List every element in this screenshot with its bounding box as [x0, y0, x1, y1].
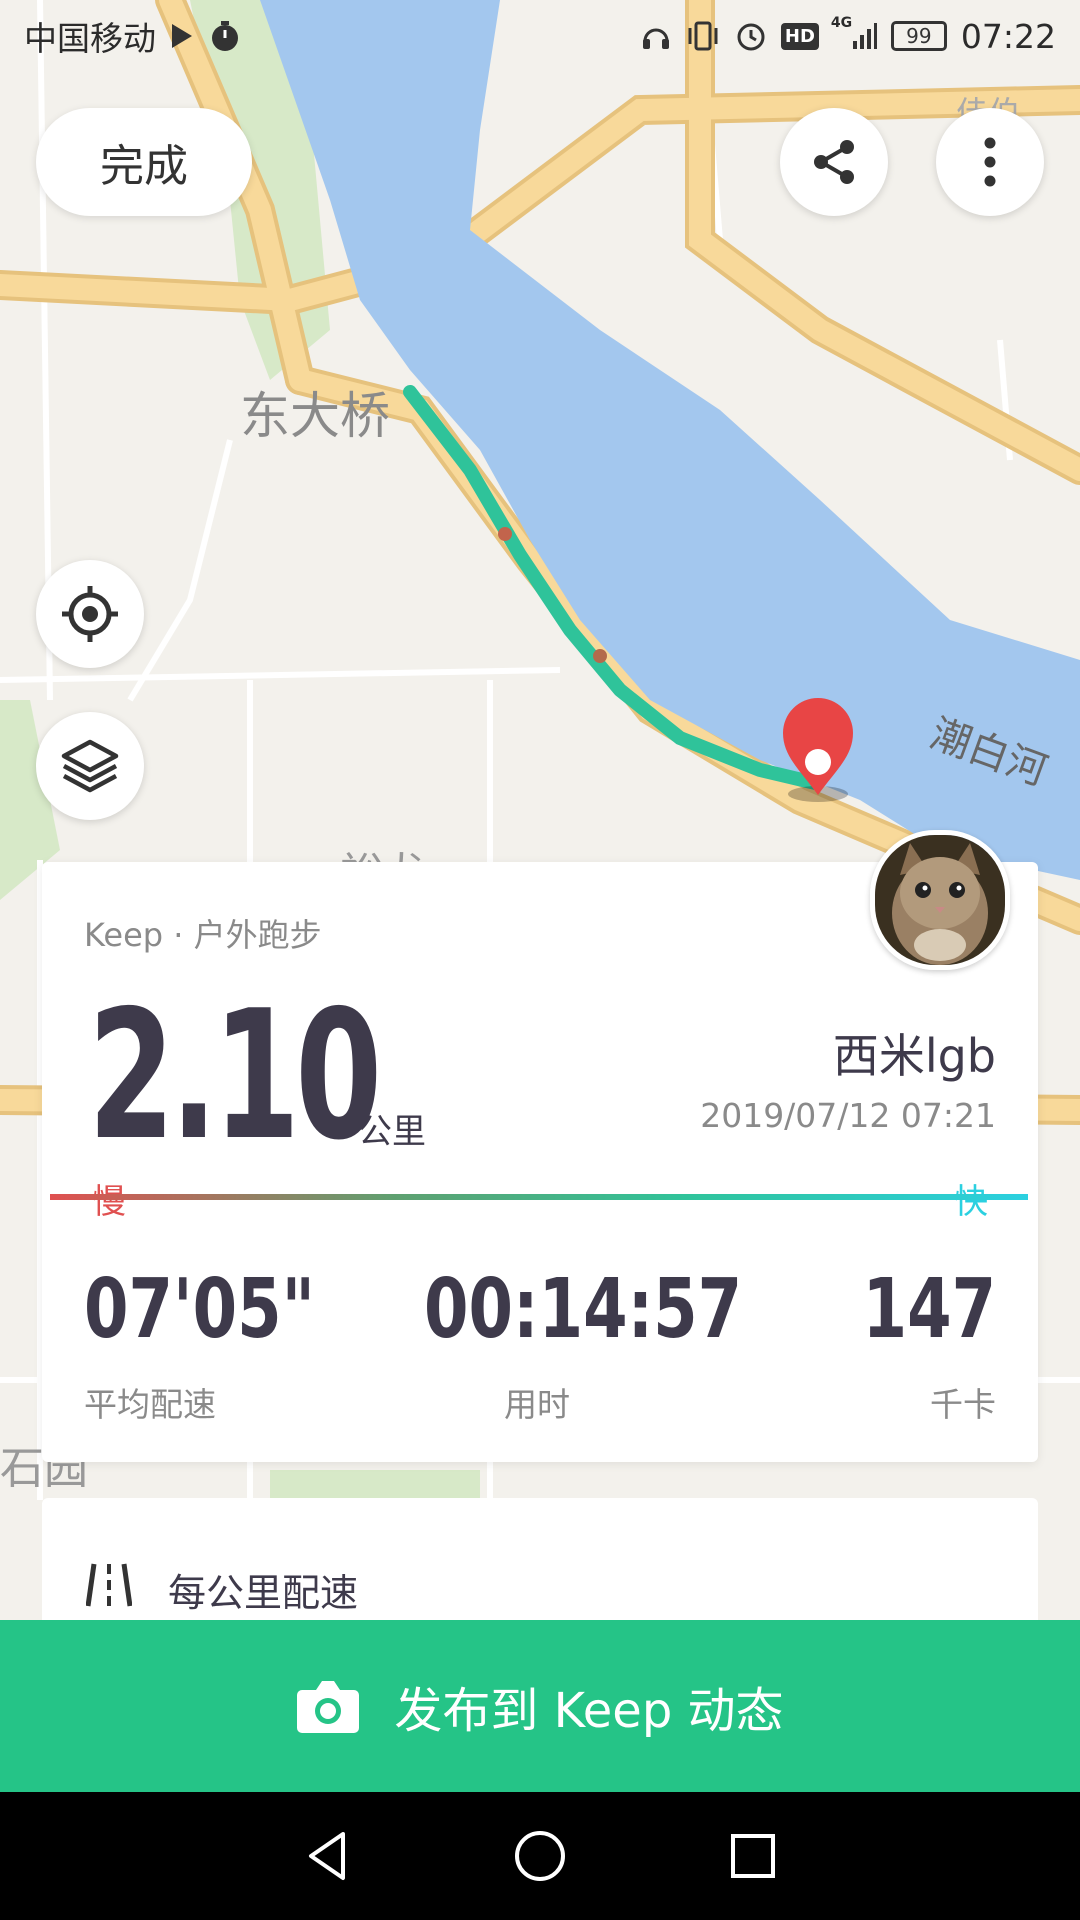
- avg-pace-value: 07'05": [84, 1262, 315, 1357]
- publish-label: 发布到 Keep 动态: [394, 1683, 784, 1739]
- more-button[interactable]: [936, 108, 1044, 216]
- play-icon: [170, 22, 194, 50]
- run-summary-card: Keep · 户外跑步 2.10 公里 西米lgb 2019/07/12 07:…: [42, 862, 1038, 1462]
- layers-icon: [61, 739, 119, 793]
- duration-value: 00:14:57: [424, 1262, 743, 1357]
- distance-unit: 公里: [358, 1112, 426, 1152]
- share-button[interactable]: [780, 108, 888, 216]
- speed-gradient-bar: [50, 1194, 1028, 1200]
- calories-label: 千卡: [930, 1385, 996, 1424]
- pace-splits-title: 每公里配速: [168, 1571, 359, 1615]
- activity-source: Keep · 户外跑步: [84, 916, 322, 954]
- avg-pace-label: 平均配速: [84, 1385, 216, 1424]
- map-label-bridge: 东大桥: [240, 387, 390, 445]
- run-datetime: 2019/07/12 07:21: [700, 1096, 996, 1135]
- route-slow-segment: [593, 649, 607, 663]
- battery-icon: 99: [890, 21, 947, 51]
- headphones-icon: [641, 21, 671, 51]
- more-vertical-icon: [984, 137, 996, 187]
- carrier-name: 中国移动: [24, 19, 156, 58]
- hd-badge: HD: [780, 22, 819, 50]
- share-icon: [814, 140, 854, 184]
- pace-splits-card[interactable]: 每公里配速: [42, 1498, 1038, 1628]
- recents-icon[interactable]: [723, 1826, 783, 1886]
- vibrate-icon: [685, 20, 721, 52]
- network-type: 4G: [830, 15, 853, 31]
- cat-avatar-image: [875, 835, 1005, 965]
- home-icon[interactable]: [510, 1826, 570, 1886]
- back-icon[interactable]: [297, 1826, 357, 1886]
- avatar[interactable]: [870, 830, 1010, 970]
- done-button[interactable]: 完成: [36, 108, 252, 216]
- calories-value: 147: [862, 1262, 996, 1357]
- status-bar: 中国移动 HD 4G 99 07:22: [0, 0, 1080, 72]
- user-name: 西米lgb: [832, 1029, 996, 1083]
- map-layers-button[interactable]: [36, 712, 144, 820]
- alarm-icon: [735, 20, 767, 52]
- screen: 东大桥 潮白河 佳伯 石园 裕龙 中国移动 HD: [0, 0, 1080, 1920]
- duration-label: 用时: [504, 1385, 570, 1424]
- system-nav-bar: [0, 1792, 1080, 1920]
- distance-value: 2.10: [88, 972, 382, 1179]
- signal-icon: 4G: [831, 15, 877, 51]
- stopwatch-icon: [208, 19, 242, 53]
- camera-icon: [297, 1681, 360, 1733]
- road-icon: [86, 1563, 132, 1607]
- crosshair-icon: [62, 586, 118, 642]
- publish-to-feed-button[interactable]: 发布到 Keep 动态: [0, 1620, 1080, 1792]
- clock: 07:22: [960, 16, 1056, 56]
- locate-button[interactable]: [36, 560, 144, 668]
- route-slow-segment: [498, 527, 512, 541]
